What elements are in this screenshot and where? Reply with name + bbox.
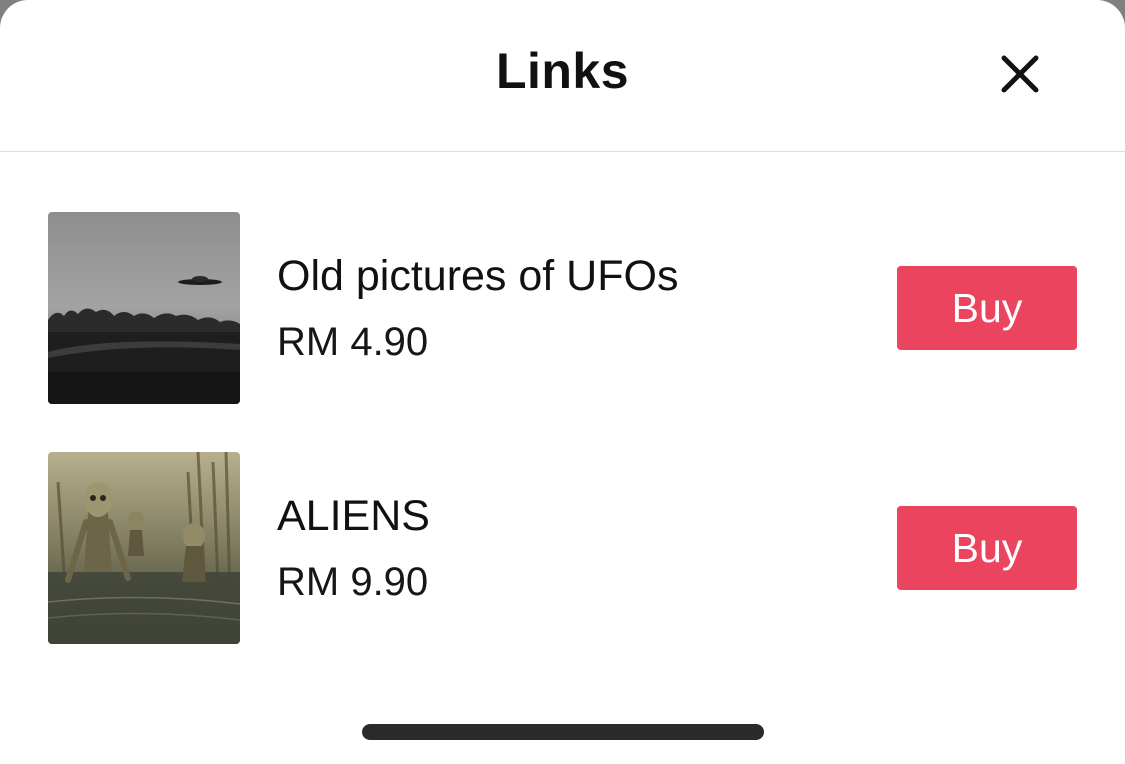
- buy-button[interactable]: Buy: [897, 506, 1077, 590]
- links-sheet: Links Old pictures of UFOs RM 4.90 Buy A…: [0, 0, 1125, 764]
- sheet-header: Links: [0, 0, 1125, 152]
- item-title: ALIENS: [277, 492, 430, 540]
- link-item[interactable]: ALIENS RM 9.90 Buy: [0, 452, 1125, 644]
- buy-button[interactable]: Buy: [897, 266, 1077, 350]
- item-title: Old pictures of UFOs: [277, 252, 679, 300]
- link-item[interactable]: Old pictures of UFOs RM 4.90 Buy: [0, 212, 1125, 404]
- close-icon: [1001, 55, 1039, 93]
- sheet-title: Links: [495, 43, 630, 99]
- close-button[interactable]: [998, 52, 1042, 96]
- item-price: RM 4.90: [277, 320, 429, 364]
- item-price: RM 9.90: [277, 560, 429, 604]
- ufo-photo-thumbnail: [48, 212, 240, 404]
- aliens-thumbnail: [48, 452, 240, 644]
- home-indicator[interactable]: [362, 724, 764, 740]
